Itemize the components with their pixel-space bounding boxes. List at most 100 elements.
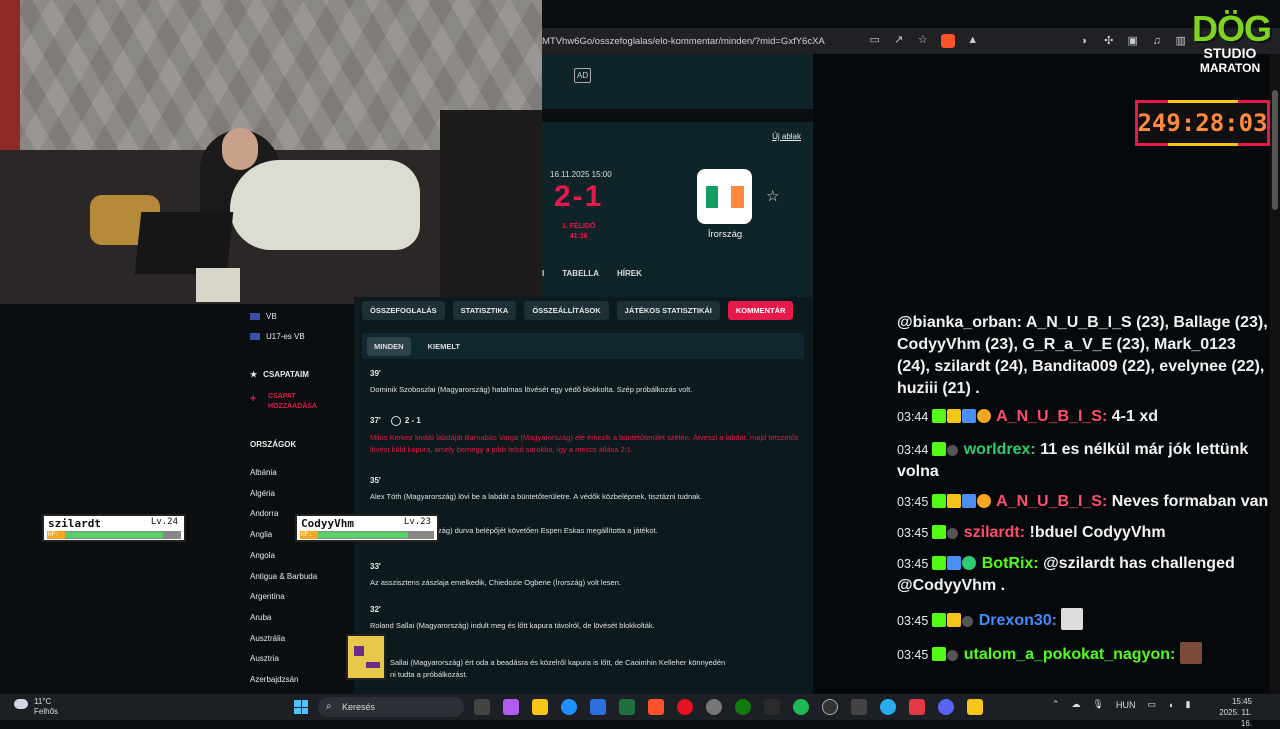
subtab-minden[interactable]: MINDEN <box>367 336 411 356</box>
my-teams-heading: ★ CSAPATAIM <box>250 370 309 379</box>
task-view-icon[interactable] <box>474 699 490 715</box>
country-item[interactable]: Algéria <box>250 489 275 498</box>
xbox-icon[interactable] <box>735 699 751 715</box>
tab-kommentar[interactable]: KOMMENTÁR <box>727 301 794 320</box>
tab-osszefoglalas[interactable]: ÖSSZEFOGLALÁS <box>362 301 445 320</box>
webcam-feed <box>0 0 542 304</box>
chat-username[interactable]: A_N_U_B_I_S: <box>996 493 1107 510</box>
store-icon[interactable] <box>590 699 606 715</box>
excel-icon[interactable] <box>619 699 635 715</box>
sidebar-icon[interactable]: ▥ <box>1175 35 1187 47</box>
country-item[interactable]: Angola <box>250 551 275 560</box>
chat-message: 03:45 BotRix: @szilardt has challenged @… <box>897 555 1235 594</box>
cloud-sync-icon[interactable]: ☁ <box>1072 699 1081 710</box>
country-item[interactable]: Albánia <box>250 468 277 477</box>
battery-icon[interactable]: ▮ <box>1185 699 1190 710</box>
brave-icon[interactable] <box>648 699 664 715</box>
competition-icon <box>250 313 260 321</box>
kick-badge-icon <box>932 647 947 661</box>
file-explorer-icon[interactable] <box>532 699 548 715</box>
rockstar-icon[interactable] <box>967 699 983 715</box>
chat-username[interactable]: BotRix: <box>982 555 1039 572</box>
obs-icon[interactable] <box>822 699 838 715</box>
commentary-tabs: ÖSSZEFOGLALÁS STATISZTIKA ÖSSZEÁLLÍTÁSOK… <box>362 301 794 320</box>
epic-games-icon[interactable] <box>764 699 780 715</box>
extensions-icon[interactable]: ✣ <box>1103 35 1115 47</box>
team-name[interactable]: Írország <box>692 229 758 240</box>
audio-icon[interactable]: ◗ <box>1079 35 1091 47</box>
chat-header-message: @bianka_orban: A_N_U_B_I_S (23), Ballage… <box>897 314 1268 397</box>
tab-partial[interactable]: I <box>542 269 544 278</box>
telegram-icon[interactable] <box>880 699 896 715</box>
chat-message: 03:44 A_N_U_B_I_S: 4-1 xd <box>897 408 1158 425</box>
opera-icon[interactable] <box>677 699 693 715</box>
commentary-entry: 35' Alex Tóth (Magyarország) lövi be a l… <box>370 476 703 501</box>
chevron-up-icon[interactable]: ⌃ <box>1052 699 1060 710</box>
commentary-entry: 39' Dominik Szoboszlai (Magyarország) ha… <box>370 369 693 394</box>
country-item[interactable]: Azerbajdzsán <box>250 675 298 684</box>
tab-jatekos-statisztikai[interactable]: JÁTÉKOS STATISZTIKÁI <box>616 301 720 320</box>
start-button[interactable] <box>294 700 308 714</box>
tab-tabella[interactable]: TABELLA <box>562 269 599 278</box>
ad-label: AD <box>574 68 592 83</box>
cast-icon[interactable]: ▭ <box>869 34 881 46</box>
sidebar-item-u17-vb[interactable]: U17-es VB <box>250 332 305 341</box>
bomb-badge-icon <box>947 528 959 539</box>
search-box[interactable]: ⌕ Keresés <box>318 697 464 717</box>
address-bar[interactable]: MTVhw6Go/osszefoglalas/elo-kommentar/min… <box>542 36 825 47</box>
country-item[interactable]: Anglia <box>250 530 272 539</box>
commentary-subtabs: MINDEN KIEMELT <box>362 333 804 359</box>
app-icon[interactable] <box>909 699 925 715</box>
chat-username[interactable]: worldrex: <box>964 441 1036 458</box>
subscriber-badge-icon <box>962 409 977 423</box>
team-flag-box[interactable] <box>697 169 752 224</box>
taskbar: 11°C Felhős ⌕ Keresés ⌃ ☁ 🎙 HUN ▭ ◖ ▮ 15:… <box>0 694 1280 728</box>
calculator-icon[interactable] <box>851 699 867 715</box>
wallet-icon[interactable]: ▣ <box>1127 35 1139 47</box>
subtab-kiemelt[interactable]: KIEMELT <box>421 337 467 356</box>
settings-icon[interactable] <box>706 699 722 715</box>
match-date: 16.11.2025 15:00 <box>550 170 612 179</box>
country-item[interactable]: Ausztria <box>250 654 279 663</box>
network-icon[interactable]: ▭ <box>1147 699 1156 710</box>
countries-heading: ORSZÁGOK <box>250 440 297 449</box>
bookmark-icon[interactable]: ☆ <box>917 34 929 46</box>
bot-badge-icon <box>947 556 962 570</box>
tab-hirek[interactable]: HÍREK <box>617 269 642 278</box>
discord-icon[interactable] <box>938 699 954 715</box>
language-indicator[interactable]: HUN <box>1116 700 1136 710</box>
media-icon[interactable]: ♫ <box>1151 35 1163 47</box>
spotify-icon[interactable] <box>793 699 809 715</box>
clock[interactable]: 15:45 2025. 11. 16. <box>1208 696 1252 729</box>
favorite-star-icon[interactable]: ☆ <box>766 187 779 205</box>
chat-username[interactable]: Drexon30: <box>979 612 1057 629</box>
cloud-icon <box>14 699 28 709</box>
country-item[interactable]: Aruba <box>250 613 271 622</box>
copilot-icon[interactable] <box>503 699 519 715</box>
country-item[interactable]: Andorra <box>250 509 278 518</box>
timer-value: 249:28:03 <box>1137 109 1268 137</box>
new-window-link[interactable]: Új ablak <box>772 132 801 141</box>
hp-card-codyyvhm: CodyyVhm Lv.23 HP: <box>295 514 439 542</box>
volume-icon[interactable]: ◖ <box>1168 700 1173 710</box>
commentary-panel: ÖSSZEFOGLALÁS STATISZTIKA ÖSSZEÁLLÍTÁSOK… <box>354 297 813 694</box>
microphone-icon[interactable]: 🎙 <box>1093 699 1104 710</box>
weather-widget[interactable]: 11°C Felhős <box>14 697 58 717</box>
chat-username[interactable]: szilardt: <box>964 524 1025 541</box>
hp-card-szilardt: szilardt Lv.24 HP: <box>42 514 186 542</box>
share-icon[interactable]: ↗ <box>893 34 905 46</box>
chat-username[interactable]: utalom_a_pokokat_nagyon: <box>964 646 1176 663</box>
country-item[interactable]: Argentína <box>250 592 285 601</box>
country-item[interactable]: Antigua & Barbuda <box>250 572 317 581</box>
brave-rewards-icon[interactable]: ▲ <box>967 34 979 46</box>
tab-osszeallitasok[interactable]: ÖSSZEÁLLÍTÁSOK <box>524 301 609 320</box>
add-team-button[interactable]: + CSAPAT HOZZÁADÁSA <box>250 392 317 412</box>
country-item[interactable]: Ausztrália <box>250 634 285 643</box>
chat-username[interactable]: A_N_U_B_I_S: <box>996 408 1107 425</box>
tab-statisztika[interactable]: STATISZTIKA <box>452 301 517 320</box>
sidebar-item-vb[interactable]: VB <box>250 312 277 321</box>
edge-icon[interactable] <box>561 699 577 715</box>
brave-shield-icon[interactable] <box>940 34 955 48</box>
scrollbar-thumb[interactable] <box>1272 90 1278 210</box>
competition-icon <box>250 333 260 341</box>
